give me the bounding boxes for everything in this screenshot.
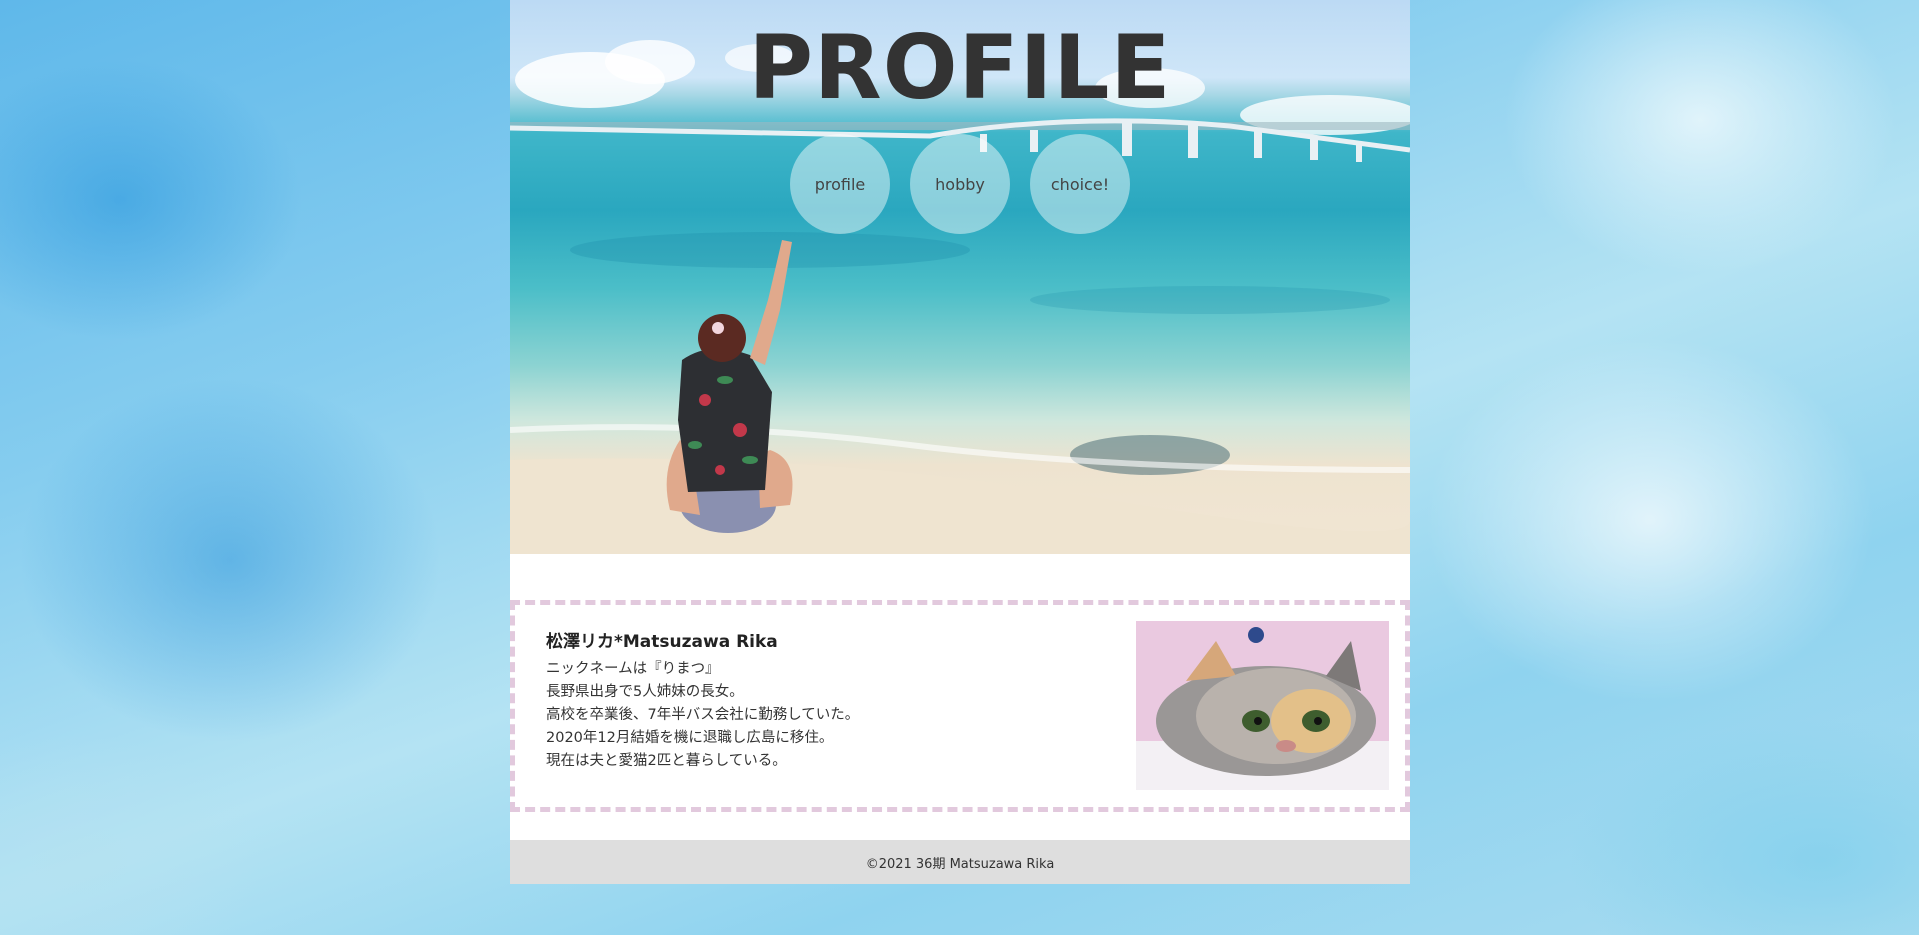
footer: ©2021 36期 Matsuzawa Rika [510,840,1410,884]
page-title: PROFILE [748,16,1172,119]
nav-item-choice[interactable]: choice! [1030,134,1130,234]
profile-line-hometown: 長野県出身で5人姉妹の長女。 [546,684,744,700]
copyright-text: ©2021 36期 Matsuzawa Rika [865,856,1055,872]
cat-photo [1136,621,1389,790]
nav-item-hobby[interactable]: hobby [910,134,1010,234]
nav-item-profile[interactable]: profile [790,134,890,234]
page-container: PROFILE profile hobby choice! 松澤リカ*Matsu… [510,0,1410,884]
profile-line-current: 現在は夫と愛猫2匹と暮らしている。 [546,753,787,769]
main-nav: profile hobby choice! [790,134,1130,234]
profile-card: 松澤リカ*Matsuzawa Rika ニックネームは『りまつ』 長野県出身で5… [510,600,1410,812]
hero-beach-photo: PROFILE profile hobby choice! [510,0,1410,554]
profile-line-nickname: ニックネームは『りまつ』 [546,661,720,677]
profile-line-move: 2020年12月結婚を機に退職し広島に移住。 [546,730,834,746]
person-silhouette [666,240,793,533]
profile-name: 松澤リカ*Matsuzawa Rika [546,632,778,652]
profile-line-career: 高校を卒業後、7年半バス会社に勤務していた。 [546,707,860,723]
